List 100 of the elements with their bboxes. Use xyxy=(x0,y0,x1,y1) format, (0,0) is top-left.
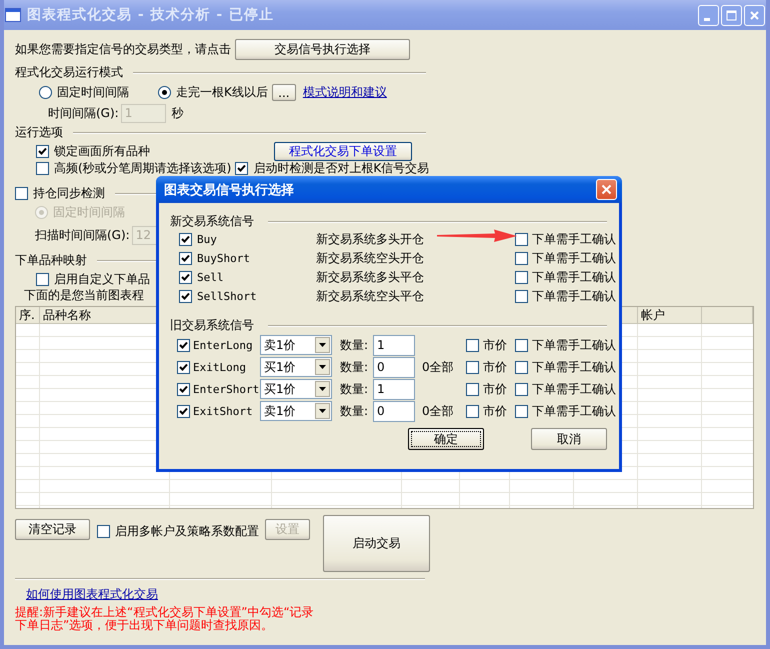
checkbox[interactable] xyxy=(515,252,528,265)
quantity-field[interactable]: 1 xyxy=(373,378,415,400)
unit-label: 秒 xyxy=(172,104,184,122)
dialog-button[interactable]: 取消 xyxy=(531,428,607,450)
checkbox[interactable] xyxy=(466,360,479,374)
price-dropdown[interactable]: 卖1价 xyxy=(260,335,332,355)
checkbox-label: 高频(秒或分笔周期请选择该选项) xyxy=(54,162,232,175)
reminder-text: 提醒:新手建议在上述“程式化交易下单设置”中勾选“记录下单日志”选项，便于出现下单问题时查找原因。 xyxy=(15,606,315,632)
checkbox[interactable] xyxy=(179,233,192,246)
prompt-text: 如果您需要指定信号的交易类型，请点击 xyxy=(15,40,231,58)
checkbox-label: 下单需手工确认 xyxy=(532,358,616,376)
checkbox-label: 锁定画面所有品种 xyxy=(54,143,150,160)
checkbox-label: 下单需手工确认 xyxy=(532,380,616,398)
field-label: 数量: xyxy=(340,380,370,398)
field-label: 数量: xyxy=(340,402,370,420)
checkbox[interactable] xyxy=(36,145,49,158)
checkbox-label: 启用多帐户及策略系数配置 xyxy=(115,523,259,540)
radio-label: 走完一根K线以后 xyxy=(176,84,268,101)
checkbox[interactable] xyxy=(235,162,248,175)
signal-description: 新交易系统空头平仓 xyxy=(316,288,424,305)
checkbox[interactable] xyxy=(466,382,479,396)
checkbox[interactable] xyxy=(179,290,192,303)
checkbox[interactable] xyxy=(515,360,528,374)
signal-name: Buy xyxy=(197,233,217,246)
checkbox[interactable] xyxy=(179,271,192,284)
checkbox-label: 下单需手工确认 xyxy=(532,336,616,354)
close-button[interactable] xyxy=(596,179,617,200)
signal-name: EnterShort xyxy=(193,382,260,396)
checkbox[interactable] xyxy=(515,338,528,352)
checkbox[interactable] xyxy=(36,272,49,286)
radio-button[interactable] xyxy=(39,86,52,99)
dialog-title: 图表交易信号执行选择 xyxy=(164,182,295,198)
checkbox-label: 下单需手工确认 xyxy=(532,402,616,420)
checkbox[interactable] xyxy=(515,271,528,284)
checkbox-label: 市价 xyxy=(483,336,507,354)
checkbox-label: 市价 xyxy=(483,402,507,420)
signal-name: EnterLong xyxy=(193,338,253,352)
quantity-field[interactable]: 1 xyxy=(373,334,415,356)
minimize-icon xyxy=(704,18,710,20)
quantity-field[interactable]: 0 xyxy=(373,356,415,378)
checkbox-label: 市价 xyxy=(483,358,507,376)
start-trading-button[interactable]: 启动交易 xyxy=(323,515,430,572)
field-label: 数量: xyxy=(340,336,370,354)
checkbox[interactable] xyxy=(515,290,528,303)
checkbox[interactable] xyxy=(515,404,528,418)
price-dropdown[interactable]: 买1价 xyxy=(260,357,332,377)
checkbox[interactable] xyxy=(36,162,49,175)
checkbox[interactable] xyxy=(15,187,28,200)
price-dropdown[interactable]: 卖1价 xyxy=(260,401,332,421)
maximize-icon xyxy=(726,10,737,20)
checkbox[interactable] xyxy=(466,404,479,418)
group-label: 下单品种映射 xyxy=(15,252,87,269)
checkbox-label: 下单需手工确认 xyxy=(532,250,616,267)
field-label: 数量: xyxy=(340,358,370,376)
signal-name: SellShort xyxy=(197,290,257,303)
checkbox-label: 下单需手工确认 xyxy=(532,231,616,248)
close-icon xyxy=(749,10,760,20)
checkbox[interactable] xyxy=(177,404,190,418)
checkbox[interactable] xyxy=(179,252,192,265)
signal-name: Sell xyxy=(197,271,224,284)
signal-name: ExitLong xyxy=(193,360,246,374)
checkbox[interactable] xyxy=(177,360,190,374)
price-dropdown[interactable]: 买1价 xyxy=(260,379,332,399)
more-button[interactable]: ... xyxy=(272,84,296,101)
field-label: 时间间隔(G): xyxy=(48,104,119,122)
quantity-field[interactable]: 0 xyxy=(373,400,415,422)
checkbox-label: 启用自定义下单品 xyxy=(54,270,150,288)
note-text: 下面的是您当前图表程 xyxy=(23,289,144,302)
group-label: 旧交易系统信号 xyxy=(170,317,254,334)
quantity-hint: 0全部 xyxy=(422,402,455,420)
window-icon xyxy=(5,8,21,22)
quantity-hint: 0全部 xyxy=(422,358,455,376)
group-label: 程式化交易运行模式 xyxy=(15,64,123,81)
column-header[interactable]: 序. xyxy=(16,307,40,324)
checkbox[interactable] xyxy=(515,382,528,396)
checkbox-label: 持仓同步检测 xyxy=(33,185,105,202)
checkbox-label: 市价 xyxy=(483,380,507,398)
checkbox[interactable] xyxy=(177,338,190,352)
checkbox[interactable] xyxy=(515,233,528,246)
column-header[interactable]: 帐户 xyxy=(638,307,702,324)
checkbox[interactable] xyxy=(97,525,110,538)
order-settings-button[interactable]: 程式化交易下单设置 xyxy=(274,142,412,161)
close-icon xyxy=(601,184,612,195)
checkbox[interactable] xyxy=(177,382,190,396)
help-link[interactable]: 如何使用图表程式化交易 xyxy=(26,587,158,601)
group-label: 运行选项 xyxy=(15,124,63,141)
clear-button[interactable]: 清空记录 xyxy=(15,519,90,540)
radio-label: 固定时间间隔 xyxy=(53,204,125,220)
checkbox-label: 下单需手工确认 xyxy=(532,288,616,305)
checkbox[interactable] xyxy=(466,338,479,352)
signal-name: ExitShort xyxy=(193,404,253,418)
help-link[interactable]: 模式说明和建议 xyxy=(302,84,387,101)
dialog-button[interactable]: 确定 xyxy=(408,428,484,450)
signal-select-button[interactable]: 交易信号执行选择 xyxy=(235,38,410,60)
checkbox-label: 下单需手工确认 xyxy=(532,269,616,286)
field-label: 扫描时间间隔(G): xyxy=(35,226,130,244)
radio-label: 固定时间间隔 xyxy=(57,84,129,101)
window-title: 图表程式化交易 - 技术分析 - 已停止 xyxy=(27,6,276,24)
radio-button[interactable] xyxy=(158,86,171,99)
signal-description: 新交易系统多头平仓 xyxy=(316,269,424,286)
